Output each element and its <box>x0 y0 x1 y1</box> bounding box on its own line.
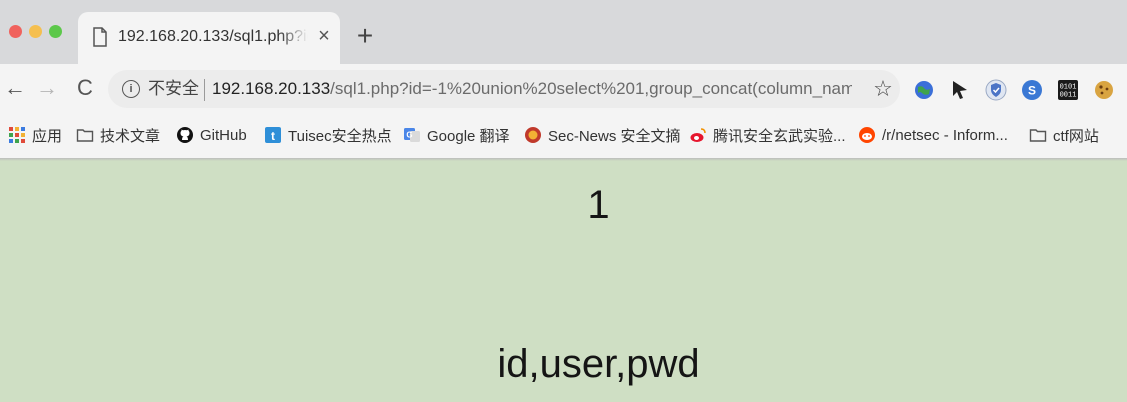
tab-strip: 192.168.20.133/sql1.php?id=-1 × + <box>0 0 1127 64</box>
bookmark-tuisec[interactable]: t Tuisec安全热点 <box>264 124 392 146</box>
url-path: /sql1.php?id=-1%20union%20select%201,gro… <box>330 79 852 98</box>
svg-text:S: S <box>1028 84 1036 98</box>
not-secure-label[interactable]: 不安全 <box>148 78 199 100</box>
google-translate-icon: G <box>404 128 420 142</box>
bookmark-label: Google 翻译 <box>427 127 510 145</box>
url-text[interactable]: 192.168.20.133/sql1.php?id=-1%20union%20… <box>212 78 852 100</box>
forward-button[interactable]: → <box>34 74 60 102</box>
folder-icon <box>1029 129 1047 142</box>
svg-text:0011: 0011 <box>1060 92 1077 100</box>
query-result-columns: id,user,pwd <box>497 342 700 386</box>
bookmark-star-icon[interactable]: ☆ <box>871 77 895 101</box>
close-window-button[interactable] <box>9 25 22 38</box>
tuisec-icon: t <box>265 127 281 143</box>
address-bar[interactable]: i 不安全 192.168.20.133/sql1.php?id=-1%20un… <box>108 70 900 108</box>
shield-extension-icon[interactable] <box>984 78 1008 102</box>
page-icon <box>93 27 107 47</box>
svg-text:0101: 0101 <box>1060 84 1077 92</box>
bookmark-ctf-sites[interactable]: ctf网站 <box>1029 124 1099 146</box>
bookmark-label: 腾讯安全玄武实验... <box>713 127 846 145</box>
info-icon[interactable]: i <box>122 80 140 98</box>
reddit-icon <box>859 127 875 143</box>
bookmark-label: Tuisec安全热点 <box>288 127 392 145</box>
bookmark-label: ctf网站 <box>1053 127 1099 145</box>
reload-button[interactable]: C <box>72 74 98 102</box>
tab-close-icon[interactable]: × <box>314 24 334 48</box>
apps-grid-icon <box>9 127 25 143</box>
sync-icon[interactable]: S <box>1020 78 1044 102</box>
toolbar-shadow <box>0 158 1127 161</box>
github-icon <box>177 127 193 143</box>
bookmark-label: Sec-News 安全文摘 <box>548 127 681 145</box>
active-tab[interactable]: 192.168.20.133/sql1.php?id=-1 × <box>78 12 340 64</box>
bookmark-github[interactable]: GitHub <box>176 124 247 146</box>
cursor-icon[interactable] <box>948 78 972 102</box>
binary-icon[interactable]: 0101 0011 <box>1056 78 1080 102</box>
bookmark-tencent-xuanwu[interactable]: 腾讯安全玄武实验... <box>689 124 846 146</box>
new-tab-button[interactable]: + <box>350 22 380 52</box>
bookmark-apps[interactable]: 应用 <box>8 124 62 146</box>
bookmark-label: 技术文章 <box>100 127 161 145</box>
bookmark-label: GitHub <box>200 126 247 144</box>
svg-text:t: t <box>271 129 275 143</box>
minimize-window-button[interactable] <box>29 25 42 38</box>
maximize-window-button[interactable] <box>49 25 62 38</box>
bookmarks-bar: 应用 技术文章 GitHub t Tuisec安全热点 G Google 翻译 <box>0 114 1127 158</box>
back-button[interactable]: ← <box>2 74 28 102</box>
bookmark-sec-news[interactable]: Sec-News 安全文摘 <box>524 124 681 146</box>
bookmark-label: 应用 <box>32 127 63 145</box>
query-result-first: 1 <box>587 183 610 227</box>
sec-news-icon <box>525 127 541 143</box>
address-divider <box>204 79 205 101</box>
bookmark-google-translate[interactable]: G Google 翻译 <box>403 124 510 146</box>
tab-title: 192.168.20.133/sql1.php?id=-1 <box>118 28 308 45</box>
globe-icon[interactable] <box>912 78 936 102</box>
bookmark-label: /r/netsec - Inform... <box>882 126 1008 144</box>
folder-icon <box>76 129 94 142</box>
svg-text:G: G <box>406 131 412 140</box>
cookie-icon[interactable] <box>1092 78 1116 102</box>
bookmark-reddit-netsec[interactable]: /r/netsec - Inform... <box>858 124 1008 146</box>
url-host: 192.168.20.133 <box>212 79 331 98</box>
bookmark-tech-articles[interactable]: 技术文章 <box>76 124 160 146</box>
browser-toolbar: ← → C i 不安全 192.168.20.133/sql1.php?id=-… <box>0 64 1127 114</box>
weibo-icon <box>690 128 706 142</box>
